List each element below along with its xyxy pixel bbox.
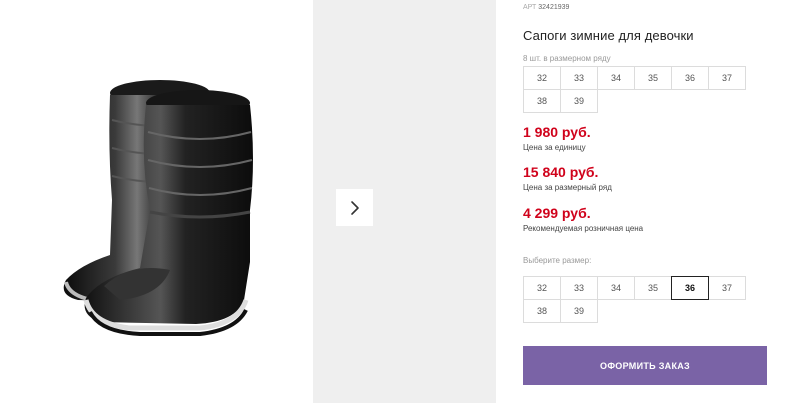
row-price: 15 840 руб. xyxy=(523,164,599,180)
size-option[interactable]: 32 xyxy=(523,276,561,300)
article-value: 32421939 xyxy=(538,4,570,11)
size-option[interactable]: 37 xyxy=(708,276,746,300)
product-gallery xyxy=(0,0,496,403)
row-price-caption: Цена за размерный ряд xyxy=(523,183,612,192)
size-row-caption: 8 шт. в размерном ряду xyxy=(523,54,611,63)
size-row-cell: 35 xyxy=(634,66,672,90)
size-option-selected[interactable]: 36 xyxy=(671,276,709,300)
size-row-cell: 37 xyxy=(708,66,746,90)
size-row-cell: 34 xyxy=(597,66,635,90)
size-option[interactable]: 35 xyxy=(634,276,672,300)
product-title: Сапоги зимние для девочки xyxy=(523,28,694,43)
article-number: АРТ 32421939 xyxy=(523,4,569,11)
unit-price-caption: Цена за единицу xyxy=(523,143,586,152)
size-option[interactable]: 39 xyxy=(560,299,598,323)
size-row-cell: 36 xyxy=(671,66,709,90)
size-row-cell: 39 xyxy=(560,89,598,113)
article-label: АРТ xyxy=(523,4,537,11)
size-row-grid: 32 33 34 35 36 37 38 39 xyxy=(523,66,746,113)
size-picker-grid: 32 33 34 35 36 37 38 39 xyxy=(523,276,746,323)
boots-image xyxy=(63,80,253,336)
retail-price: 4 299 руб. xyxy=(523,205,591,221)
retail-price-caption: Рекомендуемая розничная цена xyxy=(523,224,644,233)
product-photo[interactable] xyxy=(0,0,313,403)
size-option[interactable]: 34 xyxy=(597,276,635,300)
place-order-button[interactable]: ОФОРМИТЬ ЗАКАЗ xyxy=(523,346,767,385)
size-picker-caption: Выберите размер: xyxy=(523,256,592,265)
chevron-right-icon xyxy=(350,200,359,215)
size-row-cell: 32 xyxy=(523,66,561,90)
unit-price: 1 980 руб. xyxy=(523,124,591,140)
next-image-button[interactable] xyxy=(336,189,373,226)
size-row-cell: 38 xyxy=(523,89,561,113)
size-option[interactable]: 38 xyxy=(523,299,561,323)
size-option[interactable]: 33 xyxy=(560,276,598,300)
size-row-cell: 33 xyxy=(560,66,598,90)
